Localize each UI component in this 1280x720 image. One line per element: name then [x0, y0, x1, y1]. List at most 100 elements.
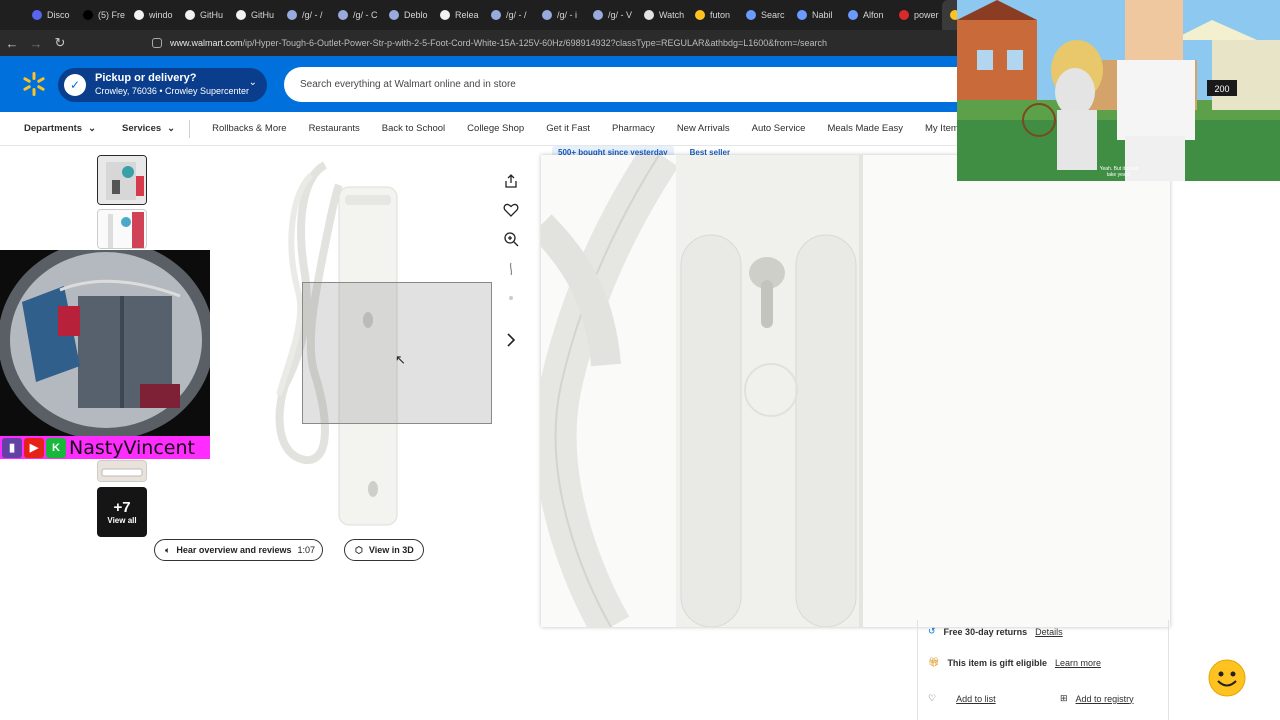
video-thumb-icon[interactable] — [501, 259, 521, 279]
thumbnail-7[interactable] — [97, 460, 147, 482]
video-overlay: 200 Yeah. But it could take years. — [957, 0, 1280, 181]
webcam-overlay — [0, 250, 210, 436]
back-icon[interactable]: ← — [0, 36, 24, 51]
nav-link[interactable]: Auto Service — [752, 123, 806, 134]
tab-label: power — [914, 10, 939, 20]
tab-label: windo — [149, 10, 173, 20]
tab-label: /g/ - i — [557, 10, 578, 20]
share-icon[interactable] — [501, 171, 521, 191]
tab-label: (5) Fre — [98, 10, 125, 20]
nav-link[interactable]: Get it Fast — [546, 123, 590, 134]
nav-link[interactable]: Restaurants — [309, 123, 360, 134]
reload-icon[interactable]: ↻ — [48, 35, 72, 51]
tab-label: /g/ - / — [506, 10, 527, 20]
browser-tab[interactable]: /g/ - / — [483, 0, 534, 30]
cube-3d-icon: ⬡ — [355, 544, 363, 555]
forward-icon[interactable]: → — [24, 36, 48, 51]
dot-indicator-icon — [501, 288, 521, 308]
nav-link[interactable]: Meals Made Easy — [827, 123, 903, 134]
tab-favicon-icon — [593, 10, 603, 20]
browser-tab[interactable]: Searc — [738, 0, 789, 30]
feedback-smiley-icon[interactable] — [1208, 659, 1246, 697]
site-info-icon[interactable] — [152, 38, 162, 48]
browser-tab[interactable]: power — [891, 0, 942, 30]
fulfillment-info: ↺ Free 30-day returns Details 🎁︎ This it… — [917, 620, 1169, 720]
browser-tab[interactable]: futon — [687, 0, 738, 30]
stream-socials-bar: ▮ ▶ K NastyVincent — [0, 436, 210, 459]
tab-favicon-icon — [236, 10, 246, 20]
hear-overview-label: Hear overview and reviews — [176, 545, 292, 555]
kick-icon: K — [46, 437, 66, 458]
tab-favicon-icon — [185, 10, 195, 20]
thumbnail-1[interactable] — [97, 155, 147, 205]
audio-duration: 1:07 — [297, 545, 315, 555]
browser-tab[interactable]: /g/ - / — [279, 0, 330, 30]
returns-row: ↺ Free 30-day returns Details — [928, 626, 1063, 637]
add-to-list-row[interactable]: ♡ Add to list — [928, 693, 996, 704]
browser-tab[interactable]: /g/ - V — [585, 0, 636, 30]
nav-link[interactable]: Rollbacks & More — [212, 123, 286, 134]
url-path: /ip/Hyper-Tough-6-Outlet-Power-Str-p-wit… — [242, 38, 828, 48]
hear-overview-button[interactable]: 🔈︎ Hear overview and reviews 1:07 — [154, 539, 323, 561]
search-placeholder: Search everything at Walmart online and … — [300, 79, 516, 90]
heart-icon[interactable] — [501, 200, 521, 220]
view-in-3d-button[interactable]: ⬡ View in 3D — [344, 539, 424, 561]
tab-label: Deblo — [404, 10, 428, 20]
address-bar[interactable]: www.walmart.com/ip/Hyper-Tough-6-Outlet-… — [152, 38, 827, 48]
tab-label: /g/ - V — [608, 10, 633, 20]
next-image-chevron-icon[interactable] — [501, 330, 521, 350]
view-all-label: View all — [107, 516, 137, 525]
view-all-thumbnails-button[interactable]: +7 View all — [97, 487, 147, 537]
browser-tab[interactable]: (5) Fre — [75, 0, 126, 30]
services-menu[interactable]: Services ⌄ — [122, 123, 175, 134]
services-label: Services — [122, 123, 162, 134]
returns-icon: ↺ — [928, 626, 936, 636]
add-to-registry-row[interactable]: ⊞ Add to registry — [1060, 693, 1134, 704]
tab-favicon-icon — [440, 10, 450, 20]
pickup-delivery-selector[interactable]: ✓ Pickup or delivery? Crowley, 76036 • C… — [58, 68, 267, 102]
scoreboard-text: 200 — [1214, 84, 1229, 94]
browser-tab[interactable]: GitHu — [177, 0, 228, 30]
add-to-list-link[interactable]: Add to list — [956, 694, 996, 704]
browser-tab[interactable]: Nabil — [789, 0, 840, 30]
nav-link[interactable]: Pharmacy — [612, 123, 655, 134]
tab-favicon-icon — [32, 10, 42, 20]
tab-label: GitHu — [251, 10, 275, 20]
browser-tab[interactable]: Alfon — [840, 0, 891, 30]
tab-favicon-icon — [542, 10, 552, 20]
add-to-registry-link[interactable]: Add to registry — [1076, 694, 1134, 704]
search-input[interactable]: Search everything at Walmart online and … — [284, 67, 984, 102]
nav-link[interactable]: Back to School — [382, 123, 445, 134]
browser-tab[interactable]: Deblo — [381, 0, 432, 30]
departments-label: Departments — [24, 123, 83, 134]
heart-icon: ♡ — [928, 693, 937, 703]
gift-text: This item is gift eligible — [947, 657, 1047, 668]
tab-label: Nabil — [812, 10, 833, 20]
returns-details-link[interactable]: Details — [1035, 627, 1063, 637]
tab-favicon-icon — [746, 10, 756, 20]
nav-links: Rollbacks & More Restaurants Back to Schoo… — [190, 123, 1032, 134]
pickup-title: Pickup or delivery? — [95, 72, 197, 84]
tab-favicon-icon — [695, 10, 705, 20]
browser-tab[interactable]: /g/ - C — [330, 0, 381, 30]
nav-link[interactable]: New Arrivals — [677, 123, 730, 134]
zoom-in-icon[interactable] — [501, 229, 521, 249]
thumbnail-image — [98, 210, 146, 248]
thumbnail-2[interactable] — [97, 209, 147, 249]
gift-learn-more-link[interactable]: Learn more — [1055, 658, 1101, 668]
tab-favicon-icon — [644, 10, 654, 20]
twitch-icon: ▮ — [2, 437, 22, 458]
tab-favicon-icon — [491, 10, 501, 20]
browser-tab[interactable]: Watch — [636, 0, 687, 30]
tab-label: Alfon — [863, 10, 884, 20]
departments-menu[interactable]: Departments ⌄ — [24, 123, 96, 134]
nav-link[interactable]: College Shop — [467, 123, 524, 134]
browser-tab[interactable]: windo — [126, 0, 177, 30]
browser-tab[interactable]: Relea — [432, 0, 483, 30]
walmart-spark-logo[interactable] — [22, 72, 46, 96]
browser-tab[interactable]: /g/ - i — [534, 0, 585, 30]
browser-tab[interactable]: Disco — [24, 0, 75, 30]
delivery-icon: ✓ — [64, 74, 86, 96]
browser-tab[interactable]: GitHu — [228, 0, 279, 30]
streamer-name: NastyVincent — [69, 436, 195, 459]
